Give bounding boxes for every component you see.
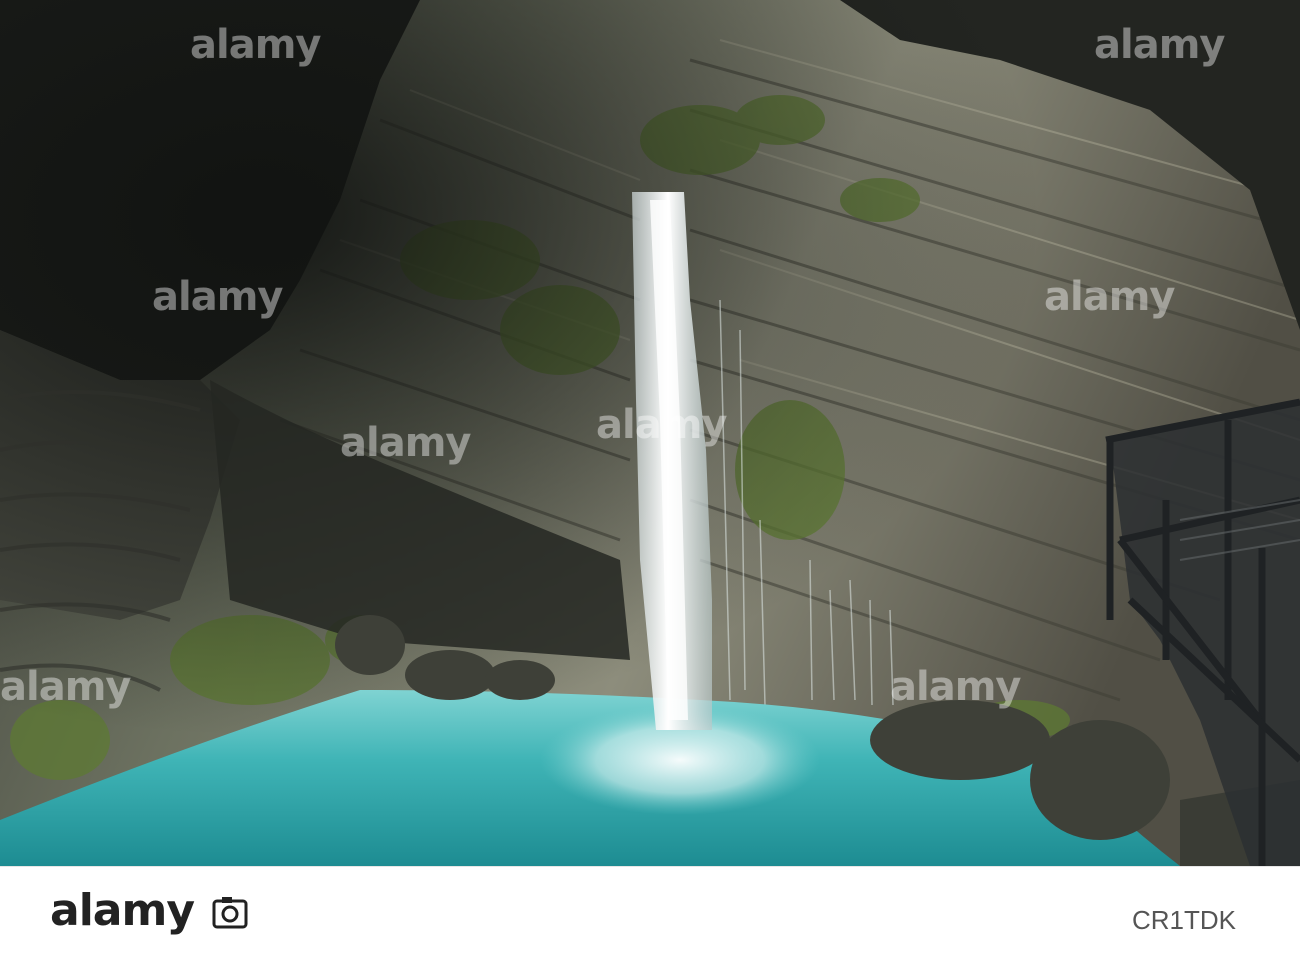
- alamy-logo[interactable]: alamy: [50, 885, 250, 936]
- stock-footer: alamy CR1TDK: [0, 866, 1300, 957]
- waterfall-photo: alamy alamy alamy alamy alamy alamy alam…: [0, 0, 1300, 866]
- alamy-logo-icon: [212, 897, 248, 929]
- logo-text: alamy: [50, 885, 195, 936]
- photo-illustration: [0, 0, 1300, 866]
- image-id: CR1TDK: [1131, 905, 1236, 935]
